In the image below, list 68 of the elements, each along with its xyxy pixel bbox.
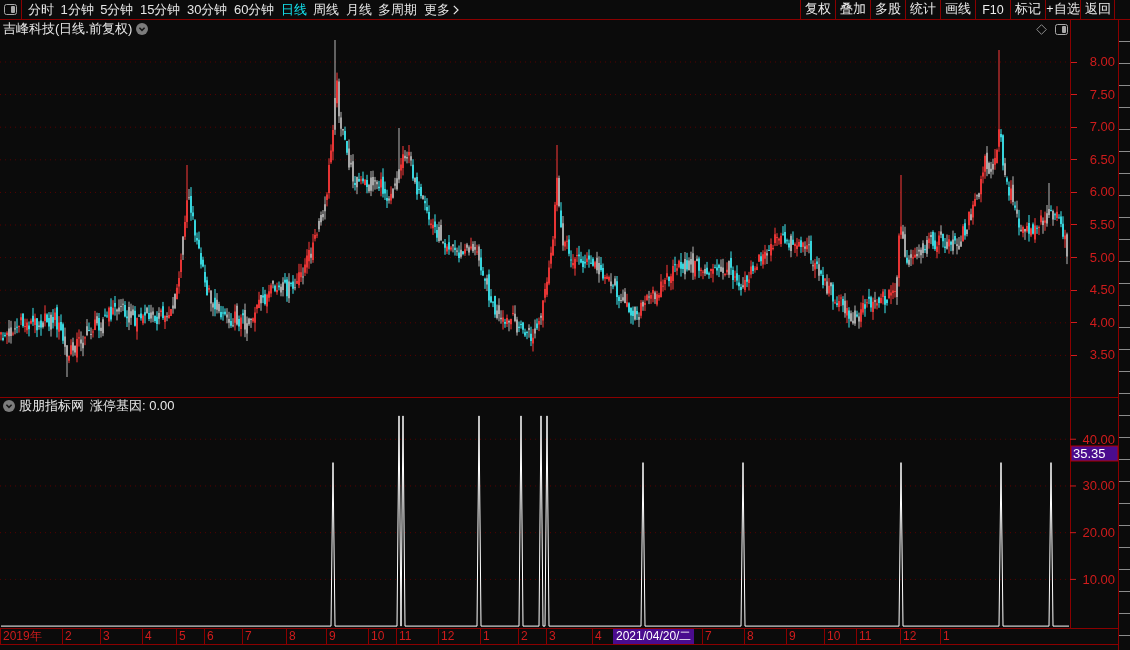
date-axis-label: 8: [747, 629, 754, 644]
date-axis-label: 1: [943, 629, 950, 644]
diamond-icon[interactable]: [1036, 23, 1047, 35]
indicator-value: 涨停基因: 0.00: [90, 397, 175, 415]
date-axis-label: 3: [103, 629, 110, 644]
axis-label: 40.00: [1082, 431, 1115, 447]
date-axis-label: 5: [179, 629, 186, 644]
axis-label: 20.00: [1082, 525, 1115, 541]
date-axis-label: 7: [705, 629, 712, 644]
period-tab[interactable]: 1分钟: [60, 0, 94, 19]
toolbar-button[interactable]: 统计: [905, 0, 940, 19]
date-axis-label: 2: [521, 629, 528, 644]
axis-label: 10.00: [1082, 571, 1115, 587]
date-axis-label: 4: [145, 629, 152, 644]
panel-toggle-icon[interactable]: [1055, 23, 1068, 35]
chevron-right-icon: [452, 4, 459, 15]
date-axis-label: 12: [441, 629, 455, 644]
date-axis-label: 1: [483, 629, 490, 644]
period-tab[interactable]: 60分钟: [233, 0, 275, 19]
date-axis-label: 11: [399, 629, 412, 644]
price-axis-label: 6.00: [1089, 184, 1116, 201]
cursor-date-label: 2021/04/20/二: [613, 629, 695, 644]
period-tab[interactable]: 月线: [345, 0, 372, 19]
date-axis-label: 10: [827, 629, 841, 644]
toolbar-button[interactable]: 复权: [800, 0, 835, 19]
date-axis-label: 10: [371, 629, 385, 644]
price-axis-label: 3.50: [1089, 347, 1116, 364]
toolbar-button[interactable]: F10: [975, 0, 1010, 19]
period-tab[interactable]: 30分钟: [186, 0, 228, 19]
toolbar-button[interactable]: 叠加: [835, 0, 870, 19]
price-axis-label: 6.50: [1089, 151, 1116, 168]
toolbar-button[interactable]: +自选: [1045, 0, 1080, 19]
date-axis-label: 4: [595, 629, 602, 644]
price-axis-label: 5.00: [1089, 249, 1116, 266]
date-axis-label: 9: [789, 629, 796, 644]
chevron-down-icon[interactable]: [3, 400, 15, 412]
period-tab[interactable]: 周线: [313, 0, 340, 19]
date-axis-label: 2: [65, 629, 72, 644]
panel-toggle-icon: [4, 4, 17, 15]
price-axis-label: 5.50: [1089, 216, 1116, 233]
date-axis-label: 12: [903, 629, 917, 644]
date-axis-label: 7: [245, 629, 252, 644]
date-axis-label: 2019年: [3, 629, 42, 644]
toolbar-button[interactable]: 标记: [1010, 0, 1045, 19]
toolbar-button[interactable]: 返回: [1080, 0, 1115, 19]
period-tab[interactable]: 多周期: [378, 0, 418, 19]
cursor-value-label: 35.35: [1070, 445, 1118, 462]
indicator-name: 股朋指标网: [19, 397, 84, 415]
price-axis-label: 4.50: [1089, 282, 1116, 299]
date-axis-label: 9: [329, 629, 336, 644]
price-axis-label: 8.00: [1089, 54, 1116, 70]
period-tab[interactable]: 15分钟: [139, 0, 181, 19]
date-axis-label: 11: [859, 629, 872, 644]
period-tab[interactable]: 5分钟: [100, 0, 134, 19]
date-axis-label: 6: [207, 629, 214, 644]
toolbar-button[interactable]: 多股: [870, 0, 905, 19]
date-axis-label: 3: [549, 629, 556, 644]
chevron-down-icon[interactable]: [136, 23, 149, 35]
price-axis-label: 7.50: [1089, 86, 1116, 103]
period-tab[interactable]: 分时: [28, 0, 54, 19]
date-axis-label: 8: [289, 629, 296, 644]
axis-label: 30.00: [1082, 478, 1115, 494]
period-tab[interactable]: 日线: [280, 0, 307, 19]
stock-title: 吉峰科技(日线.前复权): [3, 20, 133, 38]
toolbar-button[interactable]: 画线: [940, 0, 975, 19]
price-axis-label: 7.00: [1089, 119, 1116, 136]
price-axis-label: 4.00: [1089, 314, 1116, 331]
more-button[interactable]: 更多: [423, 0, 459, 19]
